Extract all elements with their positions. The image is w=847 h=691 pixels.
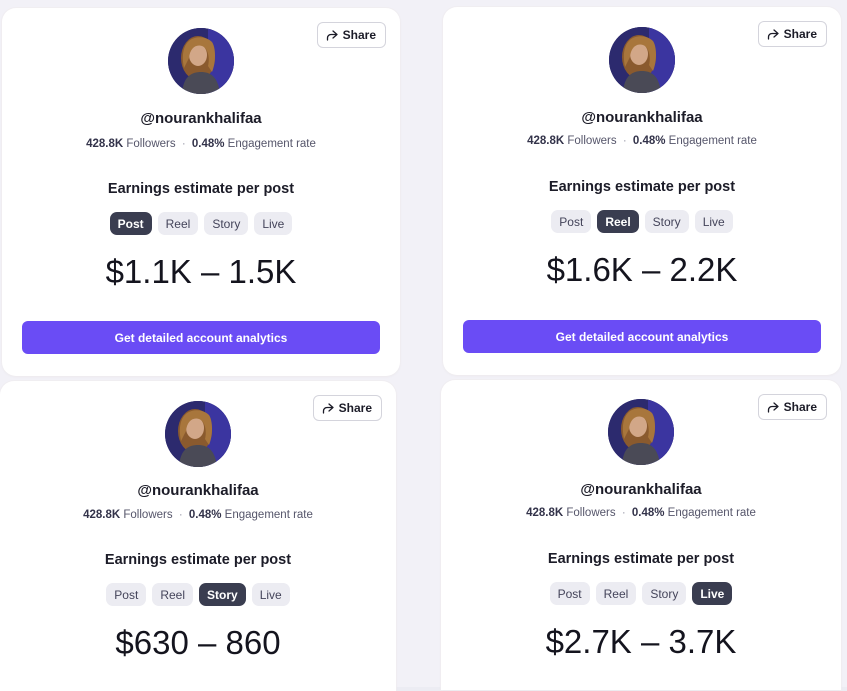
earnings-card-post: Share @nourankhalifaa 428.8K Followers ·… — [2, 8, 400, 376]
content-type-tabs: Post Reel Story Live — [443, 210, 841, 233]
tab-post[interactable]: Post — [109, 212, 152, 235]
earnings-range: $1.6K – 2.2K — [546, 251, 738, 288]
tab-reel[interactable]: Reel — [597, 210, 639, 233]
engagement-rate-label: Engagement rate — [668, 135, 757, 147]
share-button[interactable]: Share — [757, 394, 827, 420]
share-arrow-icon — [767, 28, 779, 40]
share-button[interactable]: Share — [316, 22, 386, 48]
share-label: Share — [783, 400, 817, 414]
engagement-rate-label: Engagement rate — [227, 138, 316, 150]
username: @nourankhalifaa — [580, 481, 702, 498]
share-arrow-icon — [322, 402, 334, 414]
share-arrow-icon — [326, 29, 338, 41]
engagement-rate-value: 0.48% — [188, 509, 222, 521]
followers-label: Followers — [126, 138, 176, 150]
tab-story[interactable]: Story — [642, 582, 687, 605]
engagement-rate-value: 0.48% — [631, 507, 665, 519]
content-type-tabs: Post Reel Story Live — [0, 583, 396, 606]
earnings-estimate-title: Earnings estimate per post — [548, 179, 736, 195]
account-stats: 428.8K Followers · 0.48% Engagement rate — [0, 509, 396, 521]
account-analytics-button[interactable]: Get detailed account analytics — [22, 321, 380, 354]
followers-label: Followers — [123, 509, 173, 521]
tab-live[interactable]: Live — [694, 210, 733, 233]
earnings-range: $630 – 860 — [115, 624, 281, 661]
account-stats: 428.8K Followers · 0.48% Engagement rate — [2, 138, 400, 150]
tab-story[interactable]: Story — [204, 212, 249, 235]
tab-story[interactable]: Story — [644, 210, 689, 233]
share-arrow-icon — [767, 401, 779, 413]
username: @nourankhalifaa — [140, 110, 262, 127]
tab-post[interactable]: Post — [106, 583, 147, 606]
stats-separator: · — [181, 138, 186, 150]
avatar — [168, 28, 234, 94]
engagement-rate-value: 0.48% — [632, 135, 666, 147]
followers-count: 428.8K — [86, 138, 124, 150]
tab-reel[interactable]: Reel — [152, 583, 193, 606]
tab-post[interactable]: Post — [551, 210, 592, 233]
stats-separator: · — [622, 135, 627, 147]
earnings-estimate-title: Earnings estimate per post — [547, 551, 735, 567]
account-analytics-button[interactable]: Get detailed account analytics — [463, 320, 821, 353]
stats-separator: · — [621, 507, 626, 519]
username: @nourankhalifaa — [581, 109, 703, 126]
followers-count: 428.8K — [526, 507, 564, 519]
earnings-range: $2.7K – 3.7K — [545, 623, 737, 660]
tab-live[interactable]: Live — [692, 582, 733, 605]
earnings-range: $1.1K – 1.5K — [105, 253, 297, 290]
stats-separator: · — [178, 509, 183, 521]
avatar — [165, 401, 231, 467]
share-button[interactable]: Share — [757, 21, 827, 47]
avatar — [608, 399, 674, 465]
content-type-tabs: Post Reel Story Live — [441, 582, 841, 605]
engagement-rate-value: 0.48% — [191, 138, 225, 150]
share-label: Share — [342, 28, 376, 42]
earnings-card-reel: Share @nourankhalifaa 428.8K Followers ·… — [443, 7, 841, 375]
engagement-rate-label: Engagement rate — [224, 509, 313, 521]
content-type-tabs: Post Reel Story Live — [2, 212, 400, 235]
tab-live[interactable]: Live — [254, 212, 293, 235]
earnings-card-story: Share @nourankhalifaa 428.8K Followers ·… — [0, 381, 396, 691]
tab-live[interactable]: Live — [251, 583, 290, 606]
account-stats: 428.8K Followers · 0.48% Engagement rate — [443, 135, 841, 147]
share-label: Share — [783, 27, 817, 41]
tab-post[interactable]: Post — [549, 582, 590, 605]
earnings-card-live: Share @nourankhalifaa 428.8K Followers ·… — [441, 380, 841, 690]
followers-count: 428.8K — [527, 135, 565, 147]
followers-label: Followers — [567, 135, 617, 147]
followers-label: Followers — [566, 507, 616, 519]
share-button[interactable]: Share — [312, 395, 382, 421]
tab-story[interactable]: Story — [199, 583, 246, 606]
engagement-rate-label: Engagement rate — [667, 507, 756, 519]
followers-count: 428.8K — [83, 509, 121, 521]
earnings-estimate-title: Earnings estimate per post — [104, 552, 292, 568]
username: @nourankhalifaa — [137, 482, 259, 499]
share-label: Share — [338, 401, 372, 415]
tab-reel[interactable]: Reel — [595, 582, 637, 605]
earnings-estimate-title: Earnings estimate per post — [107, 181, 295, 197]
avatar — [609, 27, 675, 93]
tab-reel[interactable]: Reel — [157, 212, 199, 235]
account-stats: 428.8K Followers · 0.48% Engagement rate — [441, 507, 841, 519]
